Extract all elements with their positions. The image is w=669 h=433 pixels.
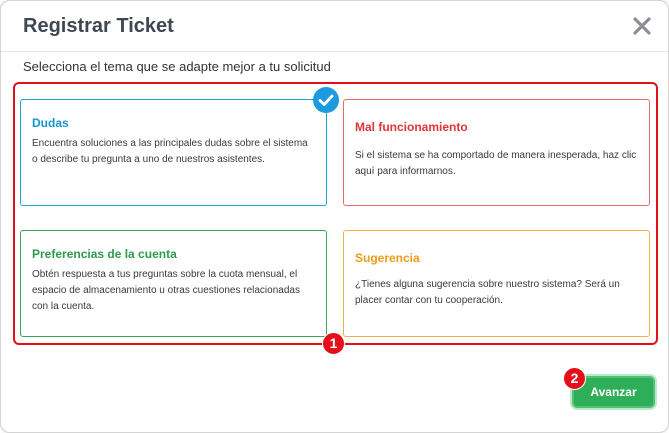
dialog-subtitle: Selecciona el tema que se adapte mejor a…: [23, 59, 331, 74]
option-description: ¿Tienes alguna sugerencia sobre nuestro …: [355, 279, 620, 306]
option-title: Mal funcionamiento: [355, 120, 468, 134]
option-card-dudas[interactable]: Dudas Encuentra soluciones a las princip…: [20, 99, 327, 206]
option-description: Encuentra soluciones a las principales d…: [32, 138, 308, 165]
option-title: Sugerencia: [355, 251, 420, 265]
option-card-mal-funcionamiento[interactable]: Mal funcionamiento Si el sistema se ha c…: [343, 99, 650, 206]
close-icon: [633, 17, 651, 35]
close-button[interactable]: [629, 13, 655, 39]
option-card-preferencias[interactable]: Preferencias de la cuenta Obtén respuest…: [20, 230, 327, 337]
dialog-title: Registrar Ticket: [23, 15, 174, 37]
option-card-sugerencia[interactable]: Sugerencia ¿Tienes alguna sugerencia sob…: [343, 230, 650, 337]
option-description: Si el sistema se ha comportado de manera…: [355, 150, 637, 177]
step-2-badge: 2: [563, 367, 586, 390]
step-1-badge: 1: [322, 332, 345, 355]
option-title: Dudas: [32, 116, 69, 130]
header-divider: [1, 51, 668, 52]
option-description: Obtén respuesta a tus preguntas sobre la…: [32, 269, 300, 312]
option-title: Preferencias de la cuenta: [32, 247, 177, 261]
selected-check-badge: [313, 87, 339, 113]
check-icon: [318, 94, 334, 106]
